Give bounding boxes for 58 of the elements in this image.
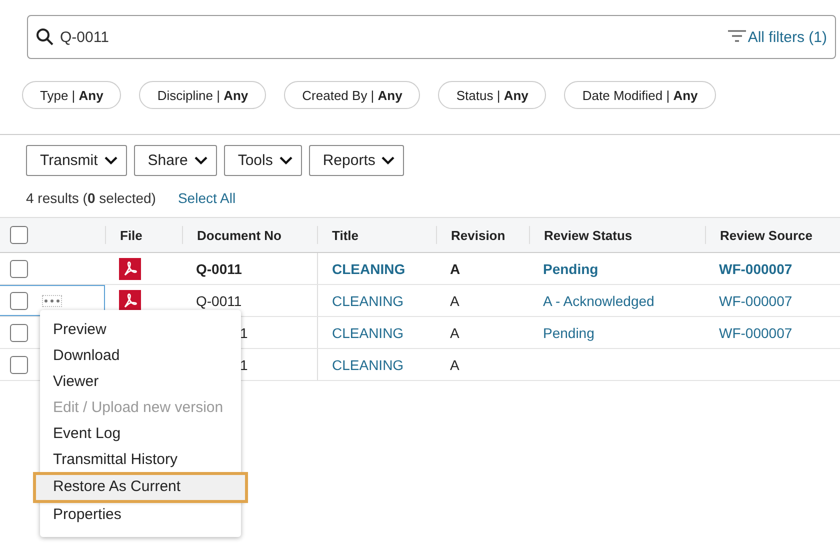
table-row[interactable]: Q-0011 CLEANING A Pending WF-000007	[0, 253, 840, 285]
review-status-link[interactable]: Pending	[543, 260, 598, 276]
revision-cell: A	[450, 324, 460, 340]
results-count: 4 results (0 selected)	[26, 190, 156, 206]
checkbox[interactable]	[10, 324, 28, 342]
checkbox[interactable]	[10, 356, 28, 374]
checkbox[interactable]	[10, 292, 28, 310]
filter-icon	[728, 30, 746, 44]
search-icon	[36, 28, 54, 46]
menu-item[interactable]: Transmittal History	[40, 448, 241, 472]
select-all-link[interactable]: Select All	[178, 190, 236, 206]
filter-chip[interactable]: Date Modified | Any	[564, 81, 716, 109]
search-field[interactable]: Q-0011 All filters (1)	[27, 15, 836, 59]
checkbox[interactable]	[10, 260, 28, 278]
all-filters-link[interactable]: All filters (1)	[728, 28, 827, 46]
dropdown-button[interactable]: Transmit	[26, 145, 127, 176]
filter-chip[interactable]: Type | Any	[22, 81, 122, 109]
column-header[interactable]: Review Status	[544, 228, 632, 242]
menu-item[interactable]: Preview	[40, 318, 241, 342]
more-icon	[44, 298, 60, 302]
filter-chip[interactable]: Created By | Any	[284, 81, 420, 109]
title-link[interactable]: CLEANING	[332, 292, 404, 308]
title-link[interactable]: CLEANING	[332, 356, 404, 372]
checkbox[interactable]	[10, 226, 28, 244]
pdf-file-icon[interactable]	[119, 290, 141, 312]
review-status-link[interactable]: A - Acknowledged	[543, 292, 654, 308]
caret-icon	[278, 156, 293, 165]
title-link[interactable]: CLEANING	[332, 260, 406, 276]
column-header[interactable]: File	[120, 228, 142, 242]
document-number: 1	[240, 356, 248, 372]
caret-icon	[194, 156, 208, 165]
dropdown-button[interactable]: Reports	[308, 145, 404, 176]
column-header[interactable]: Document No	[197, 228, 282, 242]
revision-cell: A	[450, 260, 460, 276]
filter-chip[interactable]: Status | Any	[438, 81, 546, 109]
column-header[interactable]: Revision	[451, 228, 506, 242]
review-status-link[interactable]: Pending	[543, 324, 594, 340]
revision-cell: A	[450, 292, 460, 308]
menu-item[interactable]: Restore As Current	[36, 475, 245, 500]
title-link[interactable]: CLEANING	[332, 324, 404, 340]
menu-item[interactable]: Properties	[40, 502, 241, 527]
revision-cell: A	[450, 356, 460, 372]
dropdown-button[interactable]: Tools	[224, 145, 302, 176]
menu-item[interactable]: Event Log	[40, 422, 241, 446]
column-header[interactable]: Title	[332, 228, 358, 242]
document-number: Q-0011	[196, 260, 242, 276]
review-source-link[interactable]: WF-000007	[719, 292, 792, 308]
document-number: 1	[240, 324, 248, 340]
column-header[interactable]: Review Source	[720, 228, 812, 242]
document-number: Q-0011	[196, 292, 242, 308]
caret-icon	[104, 156, 118, 165]
more-options-button[interactable]	[42, 294, 62, 306]
pdf-file-icon[interactable]	[119, 258, 141, 280]
filter-chip[interactable]: Discipline | Any	[139, 81, 266, 109]
caret-icon	[381, 156, 396, 165]
review-source-link[interactable]: WF-000007	[719, 324, 792, 340]
dropdown-button[interactable]: Share	[134, 145, 217, 176]
review-source-link[interactable]: WF-000007	[719, 260, 792, 276]
